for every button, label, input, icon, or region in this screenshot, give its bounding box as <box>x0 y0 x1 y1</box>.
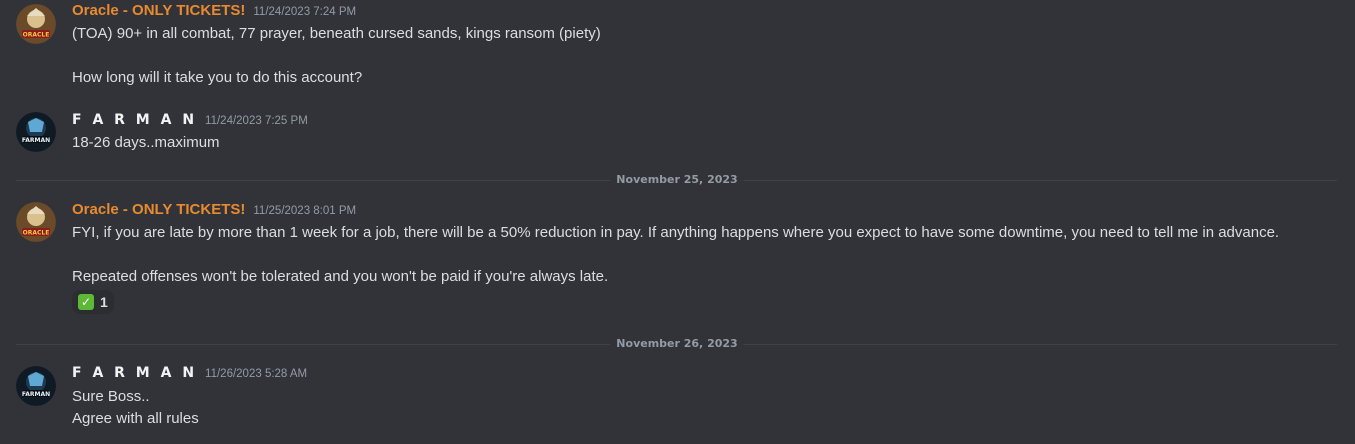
message-text: Sure Boss.. <box>72 388 150 405</box>
svg-text:ORACLE: ORACLE <box>23 32 50 39</box>
avatar-oracle[interactable]: ORACLE <box>16 202 56 242</box>
reaction-count: 1 <box>100 294 108 310</box>
chat-log: ORACLE Oracle - ONLY TICKETS! 11/24/2023… <box>0 0 1355 444</box>
avatar-farman[interactable]: FARMAN <box>16 366 56 406</box>
timestamp[interactable]: 11/24/2023 7:25 PM <box>205 115 308 127</box>
svg-text:FARMAN: FARMAN <box>22 391 50 398</box>
avatar-farman[interactable]: FARMAN <box>16 112 56 152</box>
svg-text:ORACLE: ORACLE <box>23 230 50 237</box>
message-text: 18-26 days..maximum <box>72 134 220 151</box>
svg-text:FARMAN: FARMAN <box>22 137 50 144</box>
check-mark-icon: ✓ <box>78 294 94 310</box>
message-text: How long will it take you to do this acc… <box>72 69 363 86</box>
message-text: Agree with all rules <box>72 410 199 427</box>
message-text: (TOA) 90+ in all combat, 77 prayer, bene… <box>72 25 601 42</box>
author-name[interactable]: F A R M A N <box>72 365 197 381</box>
timestamp[interactable]: 11/25/2023 8:01 PM <box>253 205 356 217</box>
author-name[interactable]: Oracle - ONLY TICKETS! <box>72 2 245 19</box>
timestamp[interactable]: 11/24/2023 7:24 PM <box>253 6 356 18</box>
message-text: Repeated offenses won't be tolerated and… <box>72 268 609 285</box>
author-name[interactable]: F A R M A N <box>72 112 197 128</box>
date-divider-label: November 26, 2023 <box>610 337 744 350</box>
timestamp[interactable]: 11/26/2023 5:28 AM <box>205 368 307 380</box>
date-divider-label: November 25, 2023 <box>610 173 744 186</box>
author-name[interactable]: Oracle - ONLY TICKETS! <box>72 201 245 218</box>
reaction-button[interactable]: ✓ 1 <box>72 290 114 314</box>
avatar-oracle[interactable]: ORACLE <box>16 4 56 44</box>
message-text: FYI, if you are late by more than 1 week… <box>72 224 1280 241</box>
